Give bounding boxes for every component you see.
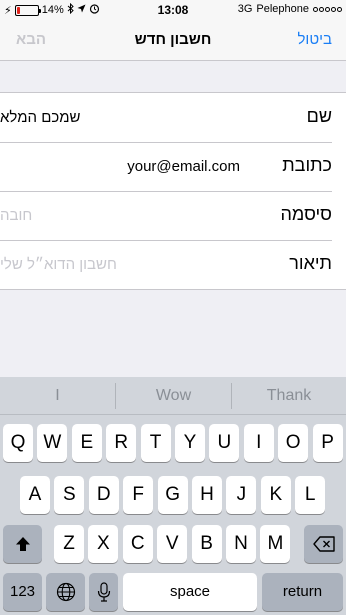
key-a[interactable]: A xyxy=(20,476,50,514)
suggestion-1[interactable]: I xyxy=(0,377,115,415)
key-p[interactable]: P xyxy=(312,424,343,462)
suggestion-bar: I Wow Thank xyxy=(0,377,346,415)
cancel-button[interactable]: ביטול xyxy=(297,31,332,48)
signal-strength-icon xyxy=(313,6,342,12)
key-q[interactable]: Q xyxy=(3,424,33,462)
key-x[interactable]: X xyxy=(88,525,119,563)
key-i[interactable]: I xyxy=(243,424,274,462)
key-s[interactable]: S xyxy=(54,476,85,514)
password-field[interactable] xyxy=(0,207,240,224)
key-g[interactable]: G xyxy=(157,476,188,514)
status-bar: ⚡ 14% 13:08 3G Pelephone xyxy=(0,0,346,20)
page-title: חשבון חדש xyxy=(134,31,212,48)
key-k[interactable]: K xyxy=(260,476,291,514)
key-t[interactable]: T xyxy=(140,424,171,462)
carrier-name: Pelephone xyxy=(256,3,309,15)
email-field[interactable]: your@email.com xyxy=(0,158,240,175)
backspace-key[interactable] xyxy=(304,525,343,563)
navigation-bar: הבא חשבון חדש ביטול xyxy=(0,20,346,61)
key-z[interactable]: Z xyxy=(54,525,84,563)
return-key[interactable]: return xyxy=(262,573,343,611)
key-n[interactable]: N xyxy=(226,525,256,563)
address-label: כתובת xyxy=(282,155,332,175)
backspace-icon xyxy=(312,536,335,552)
key-m[interactable]: M xyxy=(260,525,291,563)
form-row-address[interactable]: כתובת your@email.com xyxy=(0,142,346,191)
dictation-key[interactable] xyxy=(89,573,118,611)
suggestion-2[interactable]: Wow xyxy=(116,377,231,415)
account-form: שם שמכם המלא כתובת your@email.com סיסמה … xyxy=(0,92,346,290)
network-type: 3G xyxy=(237,3,253,15)
description-field[interactable] xyxy=(0,256,240,273)
name-label: שם xyxy=(306,106,332,126)
key-v[interactable]: V xyxy=(157,525,188,563)
form-row-password[interactable]: סיסמה xyxy=(0,191,346,240)
key-w[interactable]: W xyxy=(37,424,68,462)
microphone-icon xyxy=(97,582,110,602)
space-key[interactable]: space xyxy=(123,573,257,611)
shift-key[interactable] xyxy=(3,525,42,563)
keyboard: I Wow Thank QWERTYUIOP ASDFGHJKL ZXCVBNM… xyxy=(0,377,346,615)
form-row-description[interactable]: תיאור xyxy=(0,240,346,289)
key-e[interactable]: E xyxy=(71,424,102,462)
status-right: 3G Pelephone xyxy=(238,3,342,15)
globe-key[interactable] xyxy=(46,573,85,611)
key-j[interactable]: J xyxy=(226,476,257,514)
key-o[interactable]: O xyxy=(278,424,309,462)
key-c[interactable]: C xyxy=(122,525,153,563)
key-f[interactable]: F xyxy=(123,476,154,514)
key-r[interactable]: R xyxy=(106,424,137,462)
form-row-name[interactable]: שם שמכם המלא xyxy=(0,93,346,142)
suggestion-3[interactable]: Thank xyxy=(232,377,346,415)
globe-icon xyxy=(56,582,75,602)
numbers-key[interactable]: 123 xyxy=(3,573,42,611)
key-y[interactable]: Y xyxy=(175,424,205,462)
shift-arrow-icon xyxy=(15,537,30,551)
key-b[interactable]: B xyxy=(191,525,222,563)
key-h[interactable]: H xyxy=(192,476,222,514)
key-u[interactable]: U xyxy=(209,424,240,462)
password-label: סיסמה xyxy=(280,204,332,224)
name-field[interactable]: שמכם המלא xyxy=(0,109,240,126)
key-l[interactable]: L xyxy=(295,476,326,514)
description-label: תיאור xyxy=(289,253,332,273)
key-d[interactable]: D xyxy=(88,476,119,514)
